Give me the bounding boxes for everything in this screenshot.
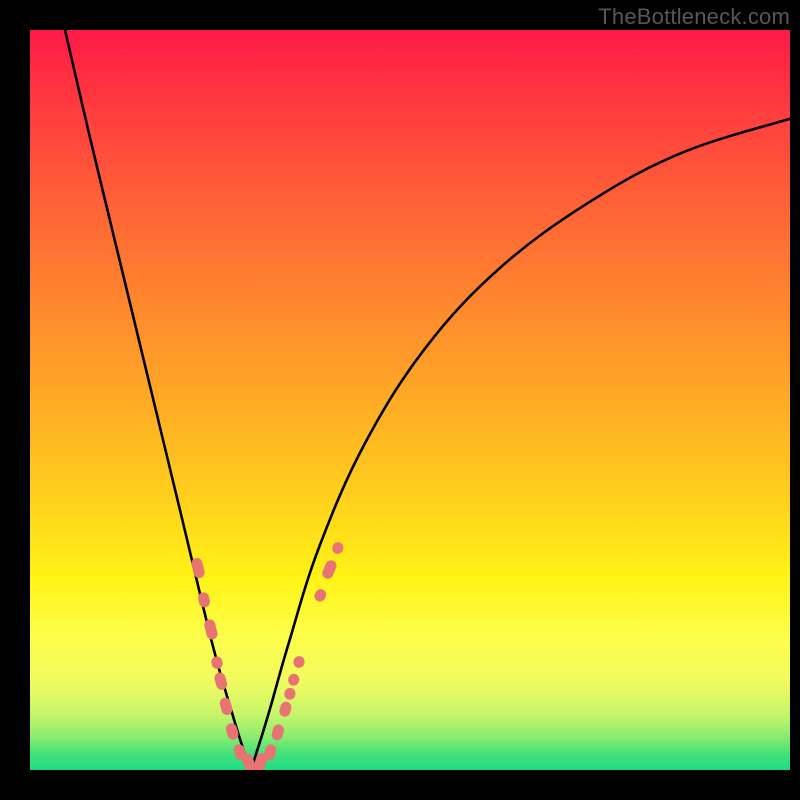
plot-gradient-area	[30, 30, 790, 770]
watermark-text: TheBottleneck.com	[598, 4, 790, 30]
chart-stage: TheBottleneck.com	[0, 0, 800, 800]
